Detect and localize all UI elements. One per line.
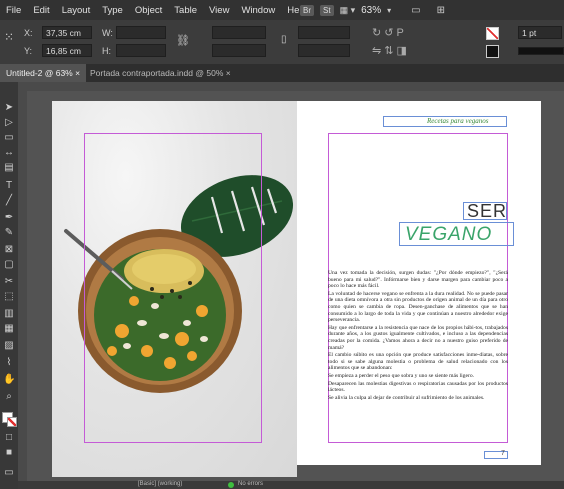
x-position-field[interactable]: 37,35 cm [42,26,92,39]
bridge-button[interactable]: Br [300,4,314,16]
w-label: W: [102,28,113,38]
content-collector-icon[interactable]: ▤ [3,162,15,174]
stroke-weight-field[interactable]: 1 pt [518,26,562,39]
arrange-documents-icon[interactable]: ⊞ [437,5,445,16]
control-panel: ⁙ X: 37,35 cm Y: 16,85 cm W: H: ⛓ ▯ ↻ ↺ … [0,20,564,65]
width-field[interactable] [116,26,166,39]
height-field[interactable] [116,44,166,57]
tab-untitled-2[interactable]: Untitled-2 @ 63% × [0,64,87,82]
gap-tool-icon[interactable]: ↔ [3,147,15,159]
preflight-profile[interactable]: [Basic] (working) [138,481,182,487]
body-paragraph: La voluntad de hacerse vegano se enfrent… [328,290,508,324]
default-stroke-icon[interactable] [7,417,17,427]
left-page-margin-guide [84,133,262,443]
pen-tool-icon[interactable]: ✒ [3,212,15,224]
menu-window[interactable]: Window [235,5,281,16]
selection-tool-icon[interactable]: ➤ [3,102,15,114]
constrain-scale-icon[interactable]: ▯ [281,34,287,45]
preflight-errors[interactable]: No errors [238,481,263,487]
note-tool-icon[interactable]: ▨ [3,340,15,352]
constrain-proportions-icon[interactable]: ⛓ [176,34,190,47]
menu-edit[interactable]: Edit [27,5,55,16]
preflight-status-icon [228,482,234,488]
scale-y-field[interactable] [212,44,266,57]
rectangle-tool-icon[interactable]: ▢ [3,259,15,271]
line-tool-icon[interactable]: ╱ [3,195,15,207]
zoom-dropdown-icon[interactable]: ▾ [387,6,391,15]
screen-mode-icon[interactable]: ▭ [411,5,420,16]
body-paragraph: El cambio súbito es una opción que produ… [328,352,508,372]
hand-tool-icon[interactable]: ✋ [3,374,15,386]
flip-icons[interactable]: ⇋ ⇅ ◨ [372,44,407,57]
right-page[interactable]: Recetas para veganos SER VEGANO Una vez … [297,101,541,465]
menu-table[interactable]: Table [168,5,203,16]
status-bar: [Basic] (working) No errors [18,481,564,489]
view-options-icon[interactable]: ▦ ▾ [340,5,356,16]
shear-field[interactable] [298,44,350,57]
rotation-field[interactable] [298,26,350,39]
x-label: X: [24,28,33,38]
gradient-tool-icon[interactable]: ▥ [3,308,15,320]
document-tabs: Untitled-2 @ 63% × Portada contraportada… [0,64,564,82]
body-paragraph: Hay que enfrentarse a la resistencia que… [328,324,508,351]
scale-x-field[interactable] [212,26,266,39]
body-paragraph: Una vez tomada la decisión, surgen dudas… [328,270,508,290]
rectangle-frame-tool-icon[interactable]: ⊠ [3,244,15,256]
gradient-feather-tool-icon[interactable]: ▦ [3,323,15,335]
running-header: Recetas para veganos [427,117,489,125]
title-vegano: VEGANO [405,224,493,245]
body-list-item: Desaparecen las molestias digestivas o r… [328,380,508,394]
menu-view[interactable]: View [203,5,235,16]
stroke-type-selector[interactable] [518,47,564,55]
y-position-field[interactable]: 16,85 cm [42,44,92,57]
page-tool-icon[interactable]: ▭ [3,132,15,144]
stroke-swatch-icon[interactable] [486,45,499,58]
left-page[interactable] [52,101,297,477]
menu-layout[interactable]: Layout [56,5,97,16]
menu-file[interactable]: File [0,5,27,16]
menu-type[interactable]: Type [96,5,129,16]
body-text-frame[interactable]: Una vez tomada la decisión, surgen dudas… [328,270,508,440]
type-tool-icon[interactable]: T [3,180,15,192]
zoom-level[interactable]: 63% [361,5,381,16]
fill-swatch-icon[interactable] [486,27,499,40]
direct-selection-tool-icon[interactable]: ▷ [3,117,15,129]
rotate-icons[interactable]: ↻ ↺ P [372,26,404,39]
tools-panel: ➤ ▷ ▭ ↔ ▤ T ╱ ✒ ✎ ⊠ ▢ ✂ ⬚ ▥ ▦ ▨ ⌇ ✋ ⌕ □ … [0,82,19,489]
free-transform-tool-icon[interactable]: ⬚ [3,291,15,303]
apply-color-icon[interactable]: ■ [3,447,15,459]
menu-bar: File Edit Layout Type Object Table View … [0,0,564,20]
document-canvas[interactable]: Recetas para veganos SER VEGANO Una vez … [27,91,564,481]
h-label: H: [102,46,111,56]
zoom-tool-icon[interactable]: ⌕ [3,391,15,403]
formatting-affects-container-icon[interactable]: □ [3,432,15,444]
tab-portada-contraportada[interactable]: Portada contraportada.indd @ 50% × [84,64,237,82]
eyedropper-tool-icon[interactable]: ⌇ [3,357,15,369]
fill-stroke-swatch-icon[interactable] [2,412,17,427]
scissors-tool-icon[interactable]: ✂ [3,276,15,288]
title-ser: SER [467,201,508,221]
body-list-item: Se empieza a perder el peso que sobra y … [328,372,475,379]
stock-button[interactable]: St [320,4,334,16]
reference-point-icon[interactable]: ⁙ [4,30,18,44]
pencil-tool-icon[interactable]: ✎ [3,227,15,239]
screen-mode-tool-icon[interactable]: ▭ [3,467,15,479]
y-label: Y: [24,46,33,56]
menu-object[interactable]: Object [129,5,168,16]
vertical-ruler[interactable] [18,91,27,481]
body-list-item: Se alivia la culpa al dejar de contribui… [328,394,485,401]
page-number: 7 [501,450,505,457]
